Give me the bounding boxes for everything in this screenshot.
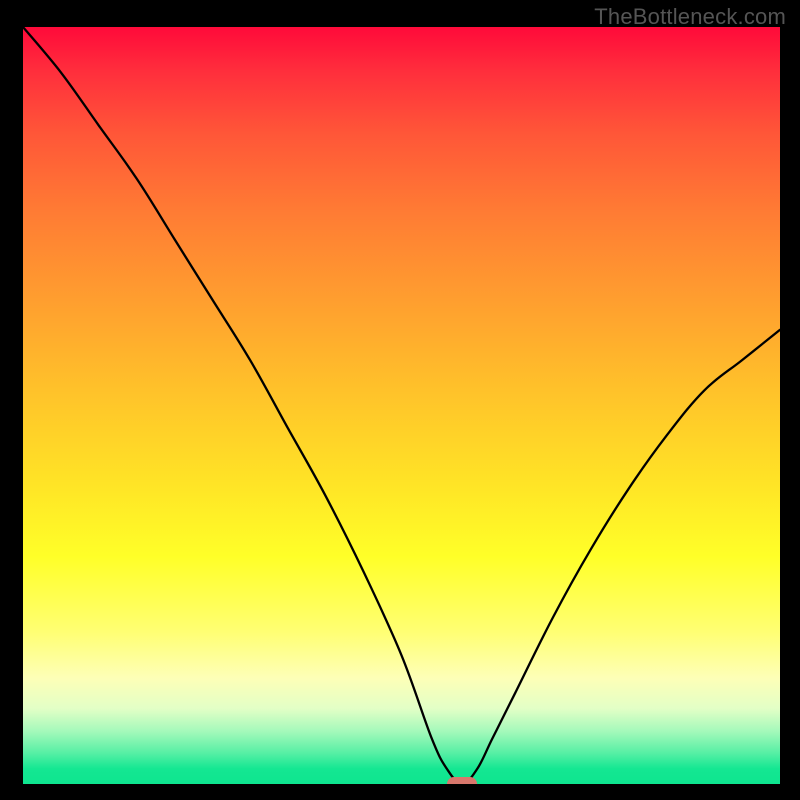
watermark-text: TheBottleneck.com (594, 4, 786, 30)
optimum-marker (447, 777, 477, 784)
chart-frame: TheBottleneck.com (0, 0, 800, 800)
plot-area (23, 27, 780, 784)
bottleneck-curve (23, 27, 780, 784)
